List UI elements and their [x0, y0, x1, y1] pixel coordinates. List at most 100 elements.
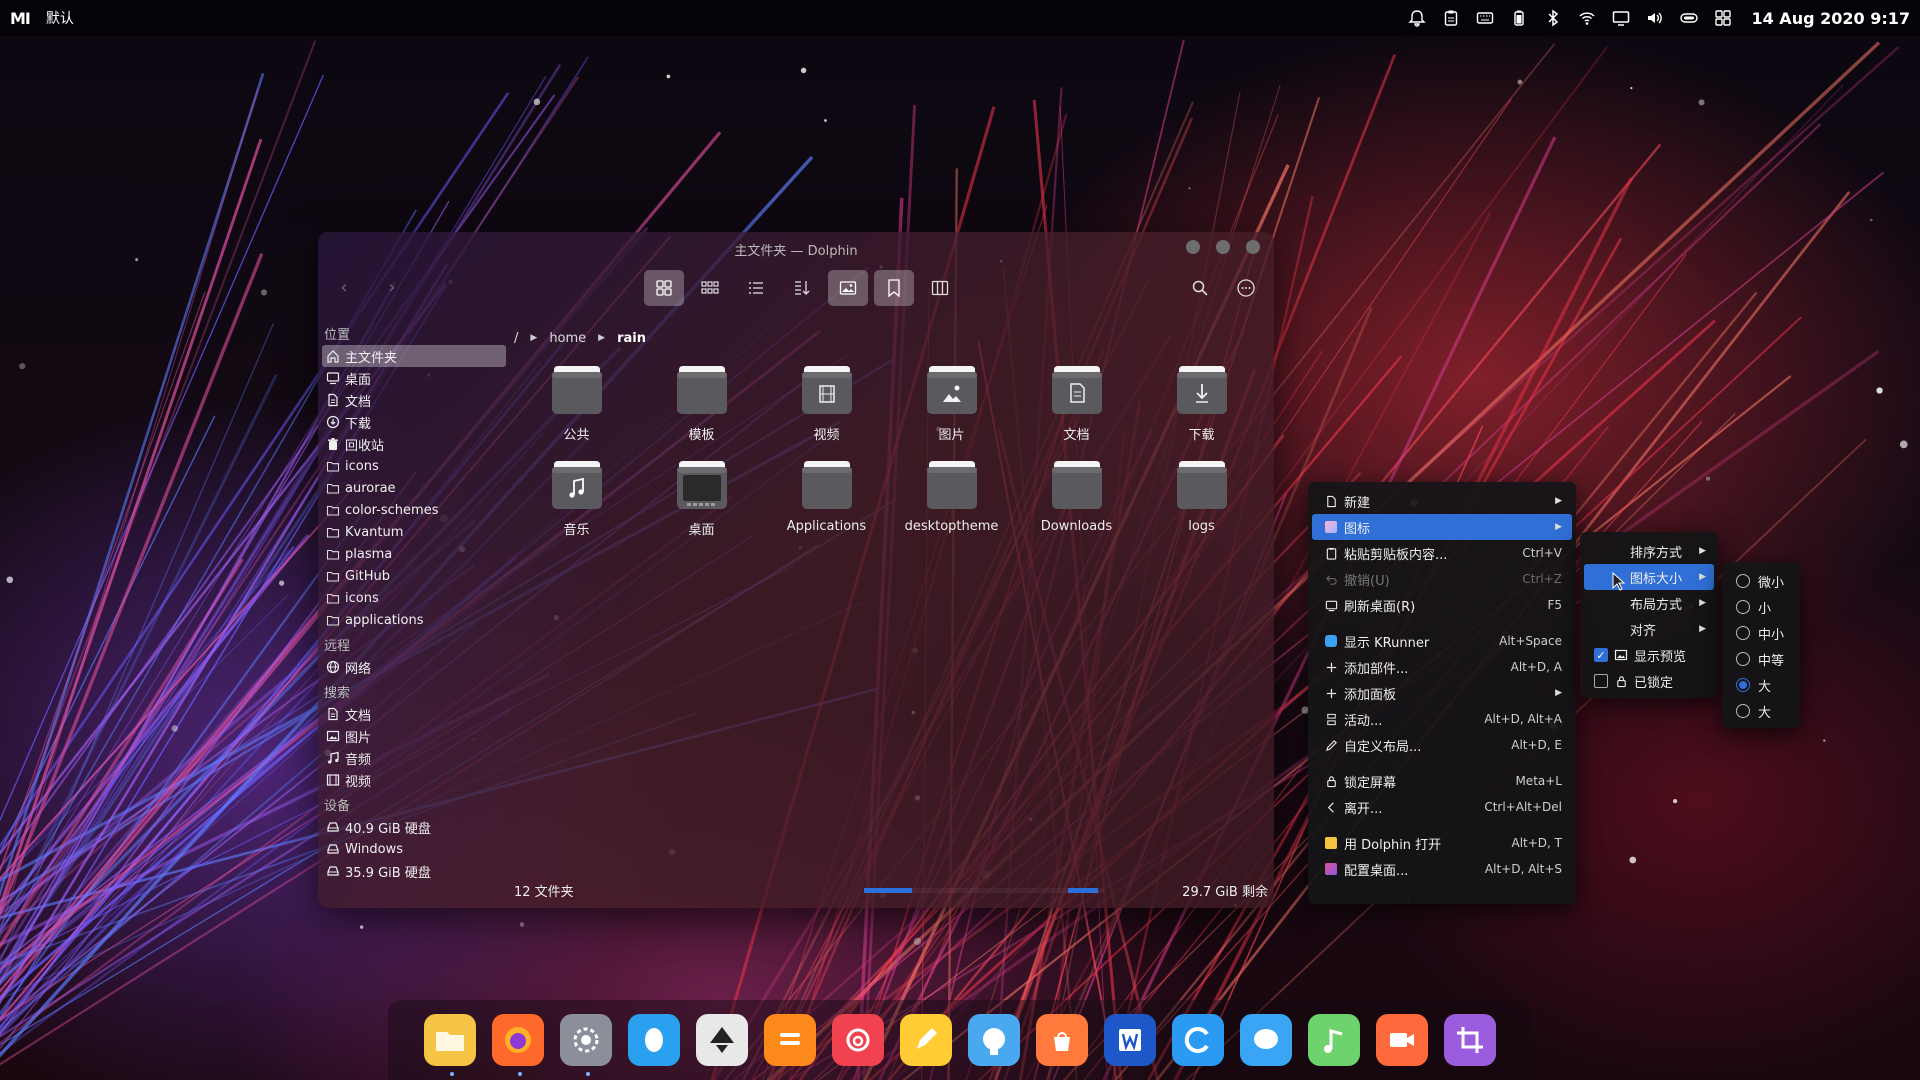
- checkbox[interactable]: [1594, 674, 1608, 688]
- grid-icon[interactable]: [1713, 8, 1733, 28]
- sidebar-item[interactable]: Windows: [322, 838, 506, 860]
- preview-button[interactable]: [828, 270, 868, 306]
- icon-size-option[interactable]: 中小: [1726, 620, 1796, 646]
- title-bar[interactable]: 主文件夹 — Dolphin: [318, 232, 1274, 262]
- sidebar-item[interactable]: GitHub: [322, 565, 506, 587]
- icon-size-option[interactable]: 微小: [1726, 568, 1796, 594]
- icons-submenu-item[interactable]: 布局方式 ▶: [1584, 590, 1714, 616]
- sidebar-item[interactable]: applications: [322, 609, 506, 631]
- music-app-icon[interactable]: [1308, 1014, 1360, 1066]
- github-icon[interactable]: [968, 1014, 1020, 1066]
- folder-item[interactable]: 视频: [764, 362, 889, 443]
- folder-item[interactable]: Downloads: [1014, 457, 1139, 538]
- folder-item[interactable]: 下载: [1139, 362, 1264, 443]
- browser-c-icon[interactable]: [1172, 1014, 1224, 1066]
- checkbox[interactable]: ✓: [1594, 648, 1608, 662]
- context-menu-item[interactable]: 撤销(U) Ctrl+Z: [1312, 566, 1572, 592]
- folder-item[interactable]: 桌面: [639, 457, 764, 538]
- icons-view-button[interactable]: [644, 270, 684, 306]
- details-view-button[interactable]: [736, 270, 776, 306]
- icon-size-option[interactable]: 大: [1726, 672, 1796, 698]
- bookmark-button[interactable]: [874, 270, 914, 306]
- radio-button[interactable]: [1736, 678, 1750, 692]
- clock[interactable]: 14 Aug 2020 9:17: [1751, 9, 1910, 28]
- menu-button[interactable]: [1226, 270, 1266, 306]
- folder-item[interactable]: 音乐: [514, 457, 639, 538]
- bluetooth-icon[interactable]: [1543, 8, 1563, 28]
- sidebar-item[interactable]: 视频: [322, 769, 506, 791]
- compact-view-button[interactable]: [690, 270, 730, 306]
- context-menu-item[interactable]: 锁定屏幕 Meta+L: [1312, 768, 1572, 794]
- keyboard-icon[interactable]: [1475, 8, 1495, 28]
- radio-button[interactable]: [1736, 704, 1750, 718]
- breadcrumb-home[interactable]: home: [549, 331, 586, 346]
- qq-icon[interactable]: [628, 1014, 680, 1066]
- close-button[interactable]: [1246, 240, 1260, 254]
- icons-submenu-checkbox-item[interactable]: ✓ 显示预览: [1584, 642, 1714, 668]
- folder-item[interactable]: 公共: [514, 362, 639, 443]
- context-menu-item[interactable]: 添加部件... Alt+D, A: [1312, 654, 1572, 680]
- folder-item[interactable]: logs: [1139, 457, 1264, 538]
- folder-item[interactable]: 模板: [639, 362, 764, 443]
- toggle-icon[interactable]: [1679, 8, 1699, 28]
- battery-icon[interactable]: [1509, 8, 1529, 28]
- back-button[interactable]: ‹: [332, 276, 356, 300]
- split-view-button[interactable]: [920, 270, 960, 306]
- firefox-icon[interactable]: [492, 1014, 544, 1076]
- inkscape-icon[interactable]: [696, 1014, 748, 1066]
- bell-icon[interactable]: [1407, 8, 1427, 28]
- word-icon[interactable]: [1104, 1014, 1156, 1066]
- sidebar-item[interactable]: 网络: [322, 656, 506, 678]
- context-menu-item[interactable]: 显示 KRunner Alt+Space: [1312, 628, 1572, 654]
- files-icon[interactable]: [424, 1014, 476, 1076]
- radio-button[interactable]: [1736, 600, 1750, 614]
- sidebar-item[interactable]: icons: [322, 587, 506, 609]
- context-menu-item[interactable]: 配置桌面... Alt+D, Alt+S: [1312, 856, 1572, 882]
- icons-submenu-item[interactable]: 排序方式 ▶: [1584, 538, 1714, 564]
- sidebar-item[interactable]: 回收站: [322, 433, 506, 455]
- sidebar-item[interactable]: 主文件夹: [322, 345, 506, 367]
- chat-icon[interactable]: [1240, 1014, 1292, 1066]
- sort-button[interactable]: [782, 270, 822, 306]
- context-menu-item[interactable]: 用 Dolphin 打开 Alt+D, T: [1312, 830, 1572, 856]
- sidebar-item[interactable]: 文档: [322, 703, 506, 725]
- sidebar-item[interactable]: 图片: [322, 725, 506, 747]
- radio-button[interactable]: [1736, 652, 1750, 666]
- context-menu-item[interactable]: 新建 ▶: [1312, 488, 1572, 514]
- sidebar-item[interactable]: 文档: [322, 389, 506, 411]
- icon-size-option[interactable]: 大: [1726, 698, 1796, 724]
- context-menu-item[interactable]: 自定义布局... Alt+D, E: [1312, 732, 1572, 758]
- context-menu-item[interactable]: 刷新桌面(R) F5: [1312, 592, 1572, 618]
- context-menu-item[interactable]: 添加面板 ▶: [1312, 680, 1572, 706]
- icon-size-option[interactable]: 小: [1726, 594, 1796, 620]
- notes-icon[interactable]: [764, 1014, 816, 1066]
- workspace-name[interactable]: 默认: [46, 8, 74, 28]
- sidebar-item[interactable]: 35.9 GiB 硬盘: [322, 860, 506, 882]
- shop-icon[interactable]: [1036, 1014, 1088, 1066]
- folder-item[interactable]: 图片: [889, 362, 1014, 443]
- context-menu-item[interactable]: 粘贴剪贴板内容... Ctrl+V: [1312, 540, 1572, 566]
- context-menu-item[interactable]: 图标 ▶: [1312, 514, 1572, 540]
- sidebar-item[interactable]: aurorae: [322, 477, 506, 499]
- folder-item[interactable]: desktoptheme: [889, 457, 1014, 538]
- video-call-icon[interactable]: [1376, 1014, 1428, 1066]
- icons-submenu-item[interactable]: 对齐 ▶: [1584, 616, 1714, 642]
- icons-submenu-item[interactable]: 图标大小 ▶: [1584, 564, 1714, 590]
- netease-music-icon[interactable]: [832, 1014, 884, 1066]
- sidebar-item[interactable]: icons: [322, 455, 506, 477]
- editor-icon[interactable]: [900, 1014, 952, 1066]
- breadcrumb-current[interactable]: rain: [617, 331, 646, 346]
- settings-icon[interactable]: [560, 1014, 612, 1076]
- folder-item[interactable]: 文档: [1014, 362, 1139, 443]
- icons-submenu-checkbox-item[interactable]: 已锁定: [1584, 668, 1714, 694]
- mi-logo[interactable]: MI: [10, 9, 31, 28]
- wifi-icon[interactable]: [1577, 8, 1597, 28]
- volume-icon[interactable]: [1645, 8, 1665, 28]
- maximize-button[interactable]: [1216, 240, 1230, 254]
- sidebar-item[interactable]: 桌面: [322, 367, 506, 389]
- sidebar-item[interactable]: color-schemes: [322, 499, 506, 521]
- radio-button[interactable]: [1736, 626, 1750, 640]
- context-menu-item[interactable]: 活动... Alt+D, Alt+A: [1312, 706, 1572, 732]
- breadcrumb-root[interactable]: /: [514, 331, 518, 346]
- sidebar-item[interactable]: 40.9 GiB 硬盘: [322, 816, 506, 838]
